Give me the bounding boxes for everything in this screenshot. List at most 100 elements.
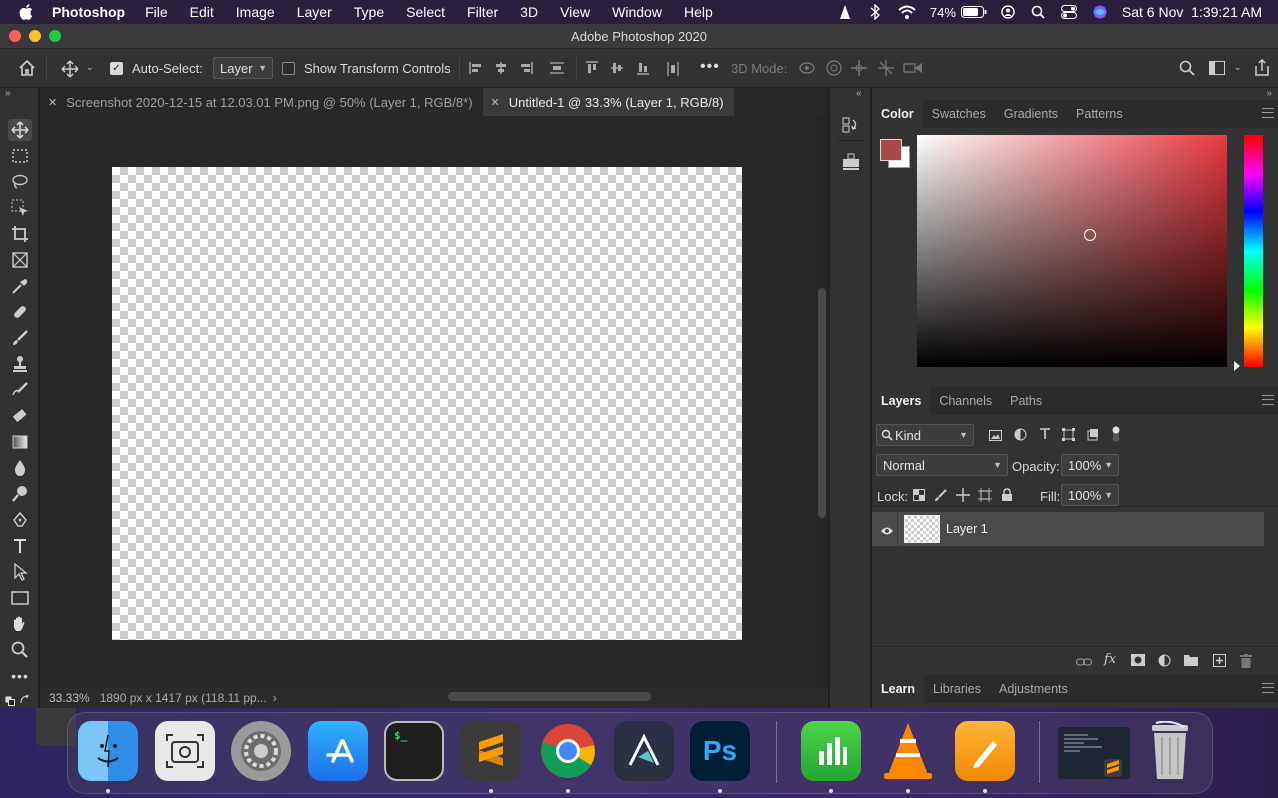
- edit-toolbar-icon[interactable]: •••: [8, 665, 32, 687]
- collapse-panel-icon[interactable]: «: [856, 88, 862, 99]
- history-panel-icon[interactable]: [842, 115, 860, 136]
- lock-transparent-pixels-icon[interactable]: [913, 489, 925, 504]
- marquee-tool-icon[interactable]: [8, 145, 32, 167]
- tab-adjustments[interactable]: Adjustments: [990, 675, 1077, 703]
- control-center-icon[interactable]: [1060, 5, 1077, 19]
- gradient-tool-icon[interactable]: [8, 431, 32, 453]
- tab-paths[interactable]: Paths: [1001, 387, 1051, 415]
- layer-style-fx-icon[interactable]: fx: [1104, 652, 1116, 667]
- terminal-window-thumbnail-icon[interactable]: [1058, 727, 1130, 779]
- align-top-edges-icon[interactable]: [585, 61, 599, 78]
- finder-icon[interactable]: [78, 721, 138, 781]
- type-tool-icon[interactable]: [8, 535, 32, 557]
- 3d-orbit-icon[interactable]: [798, 60, 816, 79]
- menu-help[interactable]: Help: [684, 4, 713, 20]
- tab-libraries[interactable]: Libraries: [924, 675, 990, 703]
- affinity-icon[interactable]: [614, 721, 674, 781]
- fill-input[interactable]: 100% ▼: [1061, 484, 1119, 506]
- menu-edit[interactable]: Edit: [190, 4, 214, 20]
- lock-position-icon[interactable]: [956, 488, 970, 505]
- spotlight-icon[interactable]: [1031, 5, 1045, 19]
- blend-mode-dropdown[interactable]: Normal ▼: [876, 454, 1008, 476]
- new-adjustment-layer-icon[interactable]: [1158, 654, 1171, 670]
- rectangle-tool-icon[interactable]: [8, 587, 32, 609]
- document-tab-screenshot[interactable]: ✕ Screenshot 2020-12-15 at 12.03.01 PM.p…: [40, 88, 483, 116]
- filter-type-layers-icon[interactable]: [1039, 428, 1051, 443]
- filter-smart-objects-icon[interactable]: [1087, 428, 1099, 444]
- zoom-window-button[interactable]: [49, 30, 61, 42]
- align-vertical-centers-icon[interactable]: [610, 61, 624, 78]
- tab-layers[interactable]: Layers: [872, 387, 931, 415]
- canvas-area[interactable]: [40, 116, 828, 688]
- lock-artboard-icon[interactable]: [978, 488, 992, 505]
- menu-layer[interactable]: Layer: [297, 4, 332, 20]
- minimize-window-button[interactable]: [29, 30, 41, 42]
- 3d-scale-icon[interactable]: [903, 60, 923, 79]
- crop-tool-icon[interactable]: [8, 223, 32, 245]
- chrome-icon[interactable]: [538, 721, 598, 781]
- document-info[interactable]: 1890 px x 1417 px (118.11 pp...: [100, 691, 267, 705]
- document-tab-untitled[interactable]: ✕ Untitled-1 @ 33.3% (Layer 1, RGB/8): [482, 88, 734, 116]
- tab-swatches[interactable]: Swatches: [923, 100, 995, 128]
- more-options-icon[interactable]: •••: [700, 58, 720, 76]
- sublime-text-icon[interactable]: [461, 721, 521, 781]
- eraser-tool-icon[interactable]: [8, 405, 32, 427]
- dodge-tool-icon[interactable]: [8, 483, 32, 505]
- user-icon[interactable]: [1001, 5, 1015, 19]
- align-right-edges-icon[interactable]: [519, 61, 533, 78]
- hand-tool-icon[interactable]: [8, 613, 32, 635]
- vertical-scrollbar[interactable]: [816, 116, 828, 688]
- 3d-pan-icon[interactable]: [850, 59, 868, 80]
- chevron-down-icon[interactable]: ⌄: [86, 62, 94, 73]
- terminal-icon[interactable]: $_: [384, 721, 444, 781]
- object-selection-tool-icon[interactable]: [8, 197, 32, 219]
- new-layer-icon[interactable]: [1213, 654, 1226, 670]
- layer-row[interactable]: Layer 1: [872, 512, 1264, 546]
- color-picker-field[interactable]: [917, 135, 1227, 367]
- filter-toggle-icon[interactable]: [1111, 425, 1121, 446]
- workspace-icon[interactable]: [1209, 61, 1225, 78]
- zoom-level[interactable]: 33.33%: [49, 691, 90, 705]
- 3d-roll-icon[interactable]: [825, 59, 843, 80]
- menu-window[interactable]: Window: [612, 4, 662, 20]
- screenshot-app-icon[interactable]: [155, 721, 215, 781]
- history-brush-tool-icon[interactable]: [8, 379, 32, 401]
- pen-tool-icon[interactable]: [8, 509, 32, 531]
- delete-layer-icon[interactable]: [1240, 654, 1252, 671]
- collapse-panel-icon[interactable]: »: [1266, 88, 1272, 99]
- lock-all-icon[interactable]: [1001, 488, 1013, 504]
- move-tool-icon[interactable]: [8, 119, 32, 141]
- horizontal-scroll-thumb[interactable]: [448, 692, 651, 701]
- show-transform-controls-checkbox[interactable]: [282, 62, 295, 75]
- lasso-tool-icon[interactable]: [8, 171, 32, 193]
- menubar-clock[interactable]: Sat 6 Nov 1:39:21 AM: [1122, 4, 1262, 20]
- menu-filter[interactable]: Filter: [467, 4, 498, 20]
- healing-brush-tool-icon[interactable]: [8, 301, 32, 323]
- app-store-icon[interactable]: [308, 721, 368, 781]
- battery-icon[interactable]: [960, 6, 987, 18]
- distribute-vertical-icon[interactable]: [549, 61, 565, 78]
- zoom-tool-icon[interactable]: [8, 639, 32, 661]
- panel-menu-icon[interactable]: [1262, 395, 1274, 405]
- filter-pixel-layers-icon[interactable]: [989, 429, 1002, 444]
- new-group-icon[interactable]: [1184, 654, 1198, 669]
- path-selection-tool-icon[interactable]: [8, 561, 32, 583]
- chevron-down-icon[interactable]: ⌄: [1234, 62, 1242, 73]
- menu-file[interactable]: File: [145, 4, 168, 20]
- close-tab-icon[interactable]: ✕: [48, 96, 57, 109]
- eyedropper-tool-icon[interactable]: [8, 275, 32, 297]
- menu-type[interactable]: Type: [354, 4, 384, 20]
- align-left-edges-icon[interactable]: [469, 61, 483, 78]
- layer-name[interactable]: Layer 1: [946, 522, 988, 536]
- add-layer-mask-icon[interactable]: [1131, 654, 1145, 669]
- bluetooth-icon[interactable]: [870, 4, 880, 20]
- tab-color[interactable]: Color: [872, 100, 923, 128]
- trash-icon[interactable]: [1140, 721, 1200, 781]
- frame-tool-icon[interactable]: [8, 249, 32, 271]
- auto-select-checkbox[interactable]: ✓: [110, 62, 123, 75]
- document-canvas[interactable]: [112, 167, 742, 640]
- close-tab-icon[interactable]: ✕: [491, 96, 500, 109]
- filter-adjustment-layers-icon[interactable]: [1014, 428, 1027, 444]
- blur-tool-icon[interactable]: [8, 457, 32, 479]
- photoshop-icon[interactable]: Ps: [690, 721, 750, 781]
